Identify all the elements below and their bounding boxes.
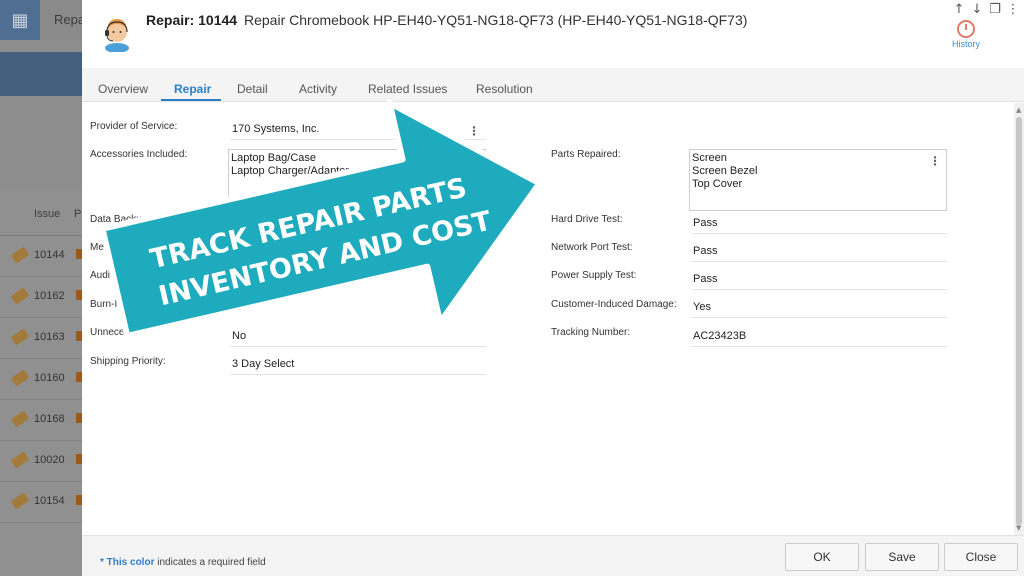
issue-column-header: Issue [34,208,61,220]
part-item: Screen Bezel [692,165,758,177]
part-item: Top Cover [692,178,743,190]
unnecessary-label: Unneces [90,327,130,338]
header-icon-group: ↑ ↓ ❐ ⋮ [952,3,1020,17]
issue-number: 10163 [34,331,65,343]
background-banner [0,52,82,96]
parts-repaired-field[interactable]: Screen Screen Bezel Top Cover [689,149,947,211]
memory-test-label: Memory Tes [90,242,145,253]
ok-button[interactable]: OK [785,543,859,571]
shipping-priority-label: Shipping Priority: [90,356,166,367]
background-issue-list: Issue P 10144 10162 10163 10160 10168 10… [0,190,82,576]
history-clock-icon [957,20,975,38]
part-item: Screen [692,152,727,164]
list-item[interactable]: 10154 [0,482,82,523]
more-options-icon[interactable]: ⋮ [468,125,480,137]
vertical-scrollbar[interactable]: ▲ ▼ [1014,103,1024,535]
save-button[interactable]: Save [865,543,939,571]
arrow-up-icon[interactable]: ↑ [952,3,966,17]
tag-icon [10,451,30,469]
customer-damage-label: Customer-Induced Damage: [551,299,677,310]
tag-icon [10,328,30,346]
network-port-test-label: Network Port Test: [551,242,633,253]
history-button[interactable]: History [948,20,984,49]
issue-number: 10160 [34,372,65,384]
tab-detail[interactable]: Detail [237,82,268,96]
scroll-down-icon[interactable]: ▼ [1016,524,1021,532]
required-color-sample: This color [106,557,155,568]
tag-icon [10,410,30,428]
accessory-item: Laptop Bag/Case [231,152,317,164]
tab-activity[interactable]: Activity [299,82,337,96]
power-supply-test-label: Power Supply Test: [551,270,637,281]
tab-repair[interactable]: Repair [174,82,211,96]
priority-column-header: P [74,208,82,220]
issue-number: 10020 [34,454,65,466]
dialog-title-id: Repair: 10144 [146,12,238,28]
issue-number: 10144 [34,249,65,261]
accessories-label: Accessories Included: [90,149,188,160]
tab-overview[interactable]: Overview [98,82,148,96]
issue-number: 10168 [34,413,65,425]
tracking-number-field[interactable]: AC23423B [691,326,947,347]
background-list-header: Issue P [0,190,82,236]
issue-number: 10162 [34,290,65,302]
tag-icon [10,369,30,387]
tag-icon [10,287,30,305]
accessories-field[interactable]: Laptop Bag/Case Laptop Charger/Adapter [228,149,486,211]
scroll-thumb[interactable] [1016,117,1022,525]
active-tab-indicator [161,99,221,101]
dialog-footer: * This color indicates a required field … [82,535,1024,576]
windows-icon[interactable]: ❐ [988,3,1002,17]
provider-field[interactable]: 170 Systems, Inc. [230,119,486,140]
required-field-note: * This color indicates a required field [100,557,266,568]
tag-icon [10,492,30,510]
list-item[interactable]: 10162 [0,277,82,318]
provider-label: Provider of Service: [90,121,178,132]
tracking-number-label: Tracking Number: [551,327,631,338]
arrow-down-icon[interactable]: ↓ [970,3,984,17]
required-asterisk: * [100,557,107,568]
tab-resolution[interactable]: Resolution [476,82,533,96]
dialog-title: Repair Chromebook HP-EH40-YQ51-NG18-QF73… [244,12,748,28]
history-label: History [951,39,980,49]
tab-bar: Overview Repair Detail Activity Related … [82,68,1024,102]
close-button[interactable]: Close [944,543,1018,571]
tag-icon [10,246,30,264]
burn-in-test-label: Burn-I [90,299,118,310]
audio-test-label: Audi [90,270,111,281]
hard-drive-test-label: Hard Drive Test: [551,214,623,225]
list-item[interactable]: 10144 [0,236,82,277]
scroll-up-icon[interactable]: ▲ [1016,106,1021,114]
list-item[interactable]: 10160 [0,359,82,400]
dialog-header: Repair: 10144 Repair Chromebook HP-EH40-… [82,0,1024,68]
issue-number: 10154 [34,495,65,507]
backup-label: Data Backup Required: [90,214,194,225]
tab-related-issues[interactable]: Related Issues [368,82,447,96]
support-agent-avatar-icon [105,19,129,52]
background-app-title: Repa [54,12,86,27]
list-item[interactable]: 10168 [0,400,82,441]
app-grid-icon[interactable]: ▦ [0,0,40,40]
list-item[interactable]: 10163 [0,318,82,359]
network-port-test-field[interactable]: Pass [691,241,947,262]
repair-dialog: Repair: 10144 Repair Chromebook HP-EH40-… [82,0,1024,576]
accessory-item: Laptop Charger/Adapter [231,165,350,177]
shipping-priority-field[interactable]: 3 Day Select [230,354,486,375]
hard-drive-test-field[interactable]: Pass [691,213,947,234]
unnecessary-field[interactable]: No [230,326,486,347]
required-note-text: indicates a required field [154,557,266,568]
list-item[interactable]: 10020 [0,441,82,482]
repair-form: Provider of Service: 170 Systems, Inc. ⋮… [82,103,1012,535]
more-vertical-icon[interactable]: ⋮ [1006,3,1020,17]
more-options-icon[interactable]: ⋮ [929,155,941,167]
parts-repaired-label: Parts Repaired: [551,149,621,160]
power-supply-test-field[interactable]: Pass [691,269,947,290]
customer-damage-field[interactable]: Yes [691,297,947,318]
